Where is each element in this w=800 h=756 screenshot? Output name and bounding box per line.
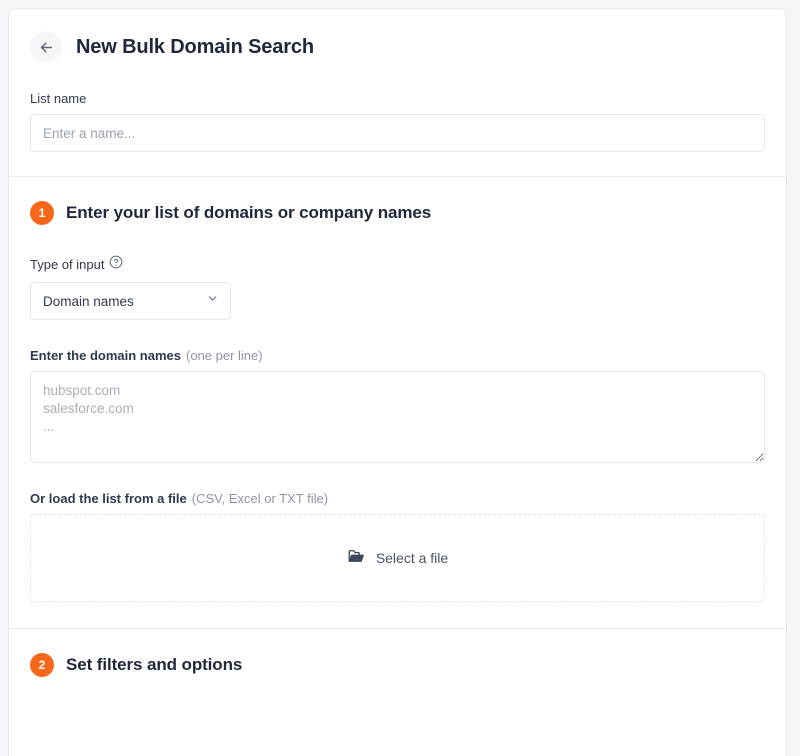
select-a-file-label: Select a file [375, 550, 449, 566]
file-upload-hint: (CSV, Excel or TXT file) [191, 491, 329, 506]
file-dropzone[interactable]: Select a file [30, 514, 765, 602]
step-1-title: Enter your list of domains or company na… [66, 203, 432, 222]
list-name-field-group: List name [30, 91, 765, 152]
domain-names-label-row: Enter the domain names (one per line) [30, 348, 765, 363]
folder-open-icon [347, 547, 365, 570]
domain-names-textarea-wrap [30, 371, 765, 463]
list-name-input[interactable] [30, 114, 765, 152]
file-upload-label-row: Or load the list from a file (CSV, Excel… [30, 491, 765, 506]
step-2-section: 2 Set filters and options [9, 629, 786, 707]
domain-names-textarea[interactable] [30, 371, 765, 463]
type-of-input-selected-value: Domain names [43, 293, 134, 309]
chevron-down-icon [206, 292, 219, 310]
arrow-left-icon [38, 39, 55, 56]
domain-names-label: Enter the domain names [30, 348, 181, 363]
step-1-header: 1 Enter your list of domains or company … [30, 201, 765, 225]
domain-names-hint: (one per line) [185, 348, 263, 363]
list-name-label: List name [30, 91, 87, 106]
app-background: New Bulk Domain Search List name 1 Enter… [0, 0, 800, 756]
select-a-file-button[interactable]: Select a file [347, 547, 448, 570]
question-circle-icon[interactable] [109, 255, 123, 274]
step-1-badge: 1 [30, 201, 54, 225]
file-upload-label: Or load the list from a file [30, 491, 187, 506]
type-of-input-label-row: Type of input [30, 255, 765, 274]
type-of-input-label: Type of input [30, 257, 105, 272]
file-upload-group: Or load the list from a file (CSV, Excel… [30, 491, 765, 602]
title-row: New Bulk Domain Search [30, 31, 765, 63]
domain-names-group: Enter the domain names (one per line) [30, 348, 765, 463]
page-title: New Bulk Domain Search [76, 36, 314, 58]
type-of-input-group: Type of input Domain names [30, 255, 765, 320]
step-2-badge: 2 [30, 653, 54, 677]
card-header-section: New Bulk Domain Search List name [9, 9, 786, 177]
back-button[interactable] [30, 31, 62, 63]
bulk-domain-search-card: New Bulk Domain Search List name 1 Enter… [8, 8, 787, 756]
step-2-header: 2 Set filters and options [30, 653, 765, 677]
step-1-section: 1 Enter your list of domains or company … [9, 177, 786, 629]
step-2-title: Set filters and options [66, 655, 243, 674]
type-of-input-select[interactable]: Domain names [30, 282, 231, 320]
